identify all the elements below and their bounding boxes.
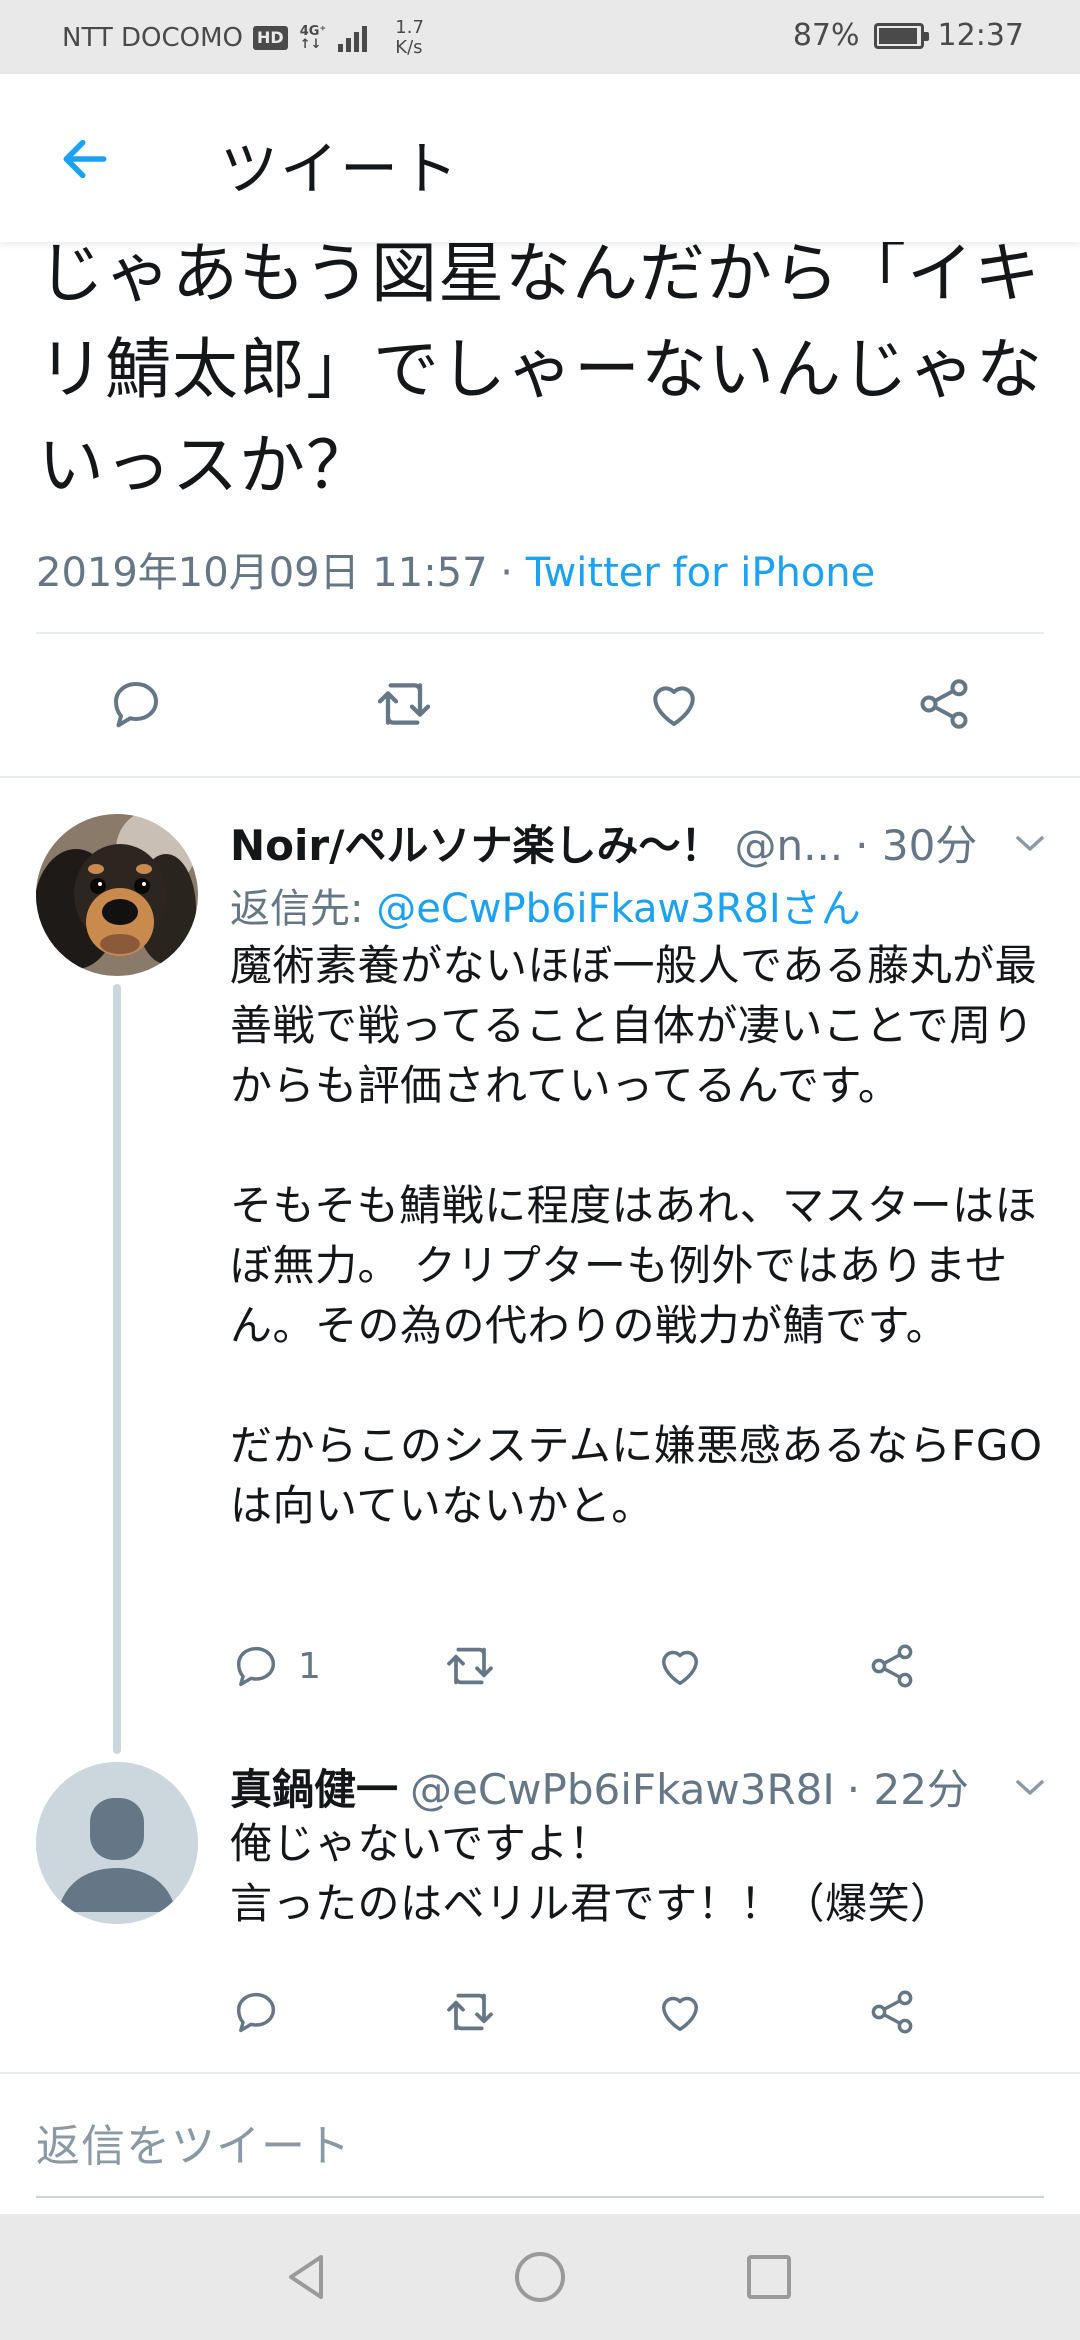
- main-tweet-actions: [0, 664, 1080, 744]
- signal-icon: [338, 24, 368, 52]
- nav-home-icon: [515, 2252, 565, 2302]
- like-icon: [662, 1996, 698, 2032]
- reply-to-mention[interactable]: @eCwPb6iFkaw3R8Iさん: [376, 886, 861, 932]
- like-icon: [653, 686, 695, 726]
- carrier-name: NTT DOCOMO: [62, 23, 244, 53]
- divider: [36, 632, 1044, 634]
- tweet-source-link[interactable]: Twitter for iPhone: [526, 550, 876, 596]
- like-button[interactable]: [654, 1982, 706, 2042]
- composer-underline: [36, 2196, 1044, 2198]
- default-avatar-icon: [36, 1762, 198, 1924]
- retweet-icon: [377, 683, 431, 725]
- avatar[interactable]: [36, 1762, 198, 1924]
- reply-button[interactable]: [230, 1982, 282, 2042]
- reply-author-row: 真鍋健一 @eCwPb6iFkaw3R8I · 22分: [230, 1756, 969, 1817]
- reply-to-label: 返信先:: [230, 886, 377, 932]
- nav-back-icon: [289, 2255, 323, 2299]
- tweet-time: · 22分: [846, 1765, 969, 1814]
- divider: [0, 2072, 1080, 2074]
- share-icon: [871, 1990, 913, 2034]
- author-handle[interactable]: @eCwPb6iFkaw3R8I: [410, 1765, 835, 1814]
- tweet-menu-button[interactable]: [1010, 828, 1050, 858]
- nav-recents-icon: [747, 2255, 791, 2299]
- author-name[interactable]: 真鍋健一: [230, 1756, 398, 1817]
- main-like-button[interactable]: [634, 664, 714, 744]
- share-icon: [871, 1644, 913, 1688]
- top-app-bar: ツイート: [0, 74, 1080, 242]
- retweet-icon: [447, 1647, 493, 1685]
- back-arrow-icon: [63, 139, 107, 179]
- reply-text: 俺じゃないですよ！ 言ったのはベリル君です！！（爆笑）: [230, 1819, 953, 1928]
- network-type-bottom: ↑↓: [299, 37, 322, 52]
- meta-separator: ·: [487, 550, 526, 596]
- main-retweet-button[interactable]: [364, 664, 444, 744]
- page-title: ツイート: [220, 135, 461, 203]
- network-type: 4G⁺ ↑↓: [300, 25, 327, 51]
- chevron-down-icon: [1016, 836, 1044, 851]
- thread-connector-line: [113, 984, 121, 1754]
- reply-icon: [236, 1992, 276, 2033]
- avatar[interactable]: [36, 814, 198, 976]
- tweet-timestamp: 2019年10月09日 11:57: [36, 550, 488, 596]
- nav-home-button[interactable]: [505, 2242, 575, 2312]
- main-tweet-meta: 2019年10月09日 11:57 · Twitter for iPhone: [36, 540, 875, 598]
- hd-badge: HD: [253, 26, 288, 50]
- nav-back-button[interactable]: [272, 2242, 342, 2312]
- share-button[interactable]: [866, 1982, 918, 2042]
- reply-count: 1: [298, 1645, 321, 1687]
- like-icon: [662, 1650, 698, 1686]
- reply-to-line: 返信先: @eCwPb6iFkaw3R8Iさん: [230, 876, 861, 934]
- share-button[interactable]: [866, 1636, 918, 1696]
- status-bar: NTT DOCOMO HD 4G⁺ ↑↓ 1.7 K/s 87% 12:37: [0, 0, 1080, 74]
- nav-recents-button[interactable]: [734, 2242, 804, 2312]
- reply-icon: [236, 1646, 276, 1687]
- dog-avatar-image: [36, 814, 198, 976]
- network-speed: 1.7 K/s: [395, 18, 424, 58]
- back-button[interactable]: [50, 124, 120, 194]
- tweet-time: · 30分: [855, 821, 978, 870]
- main-share-button[interactable]: [904, 664, 984, 744]
- divider: [0, 776, 1080, 778]
- system-nav-bar: [0, 2214, 1080, 2340]
- main-tweet-text: じゃあもう図星なんだから「イキリ鯖太郎」でしゃーないんじゃないっスか？: [38, 235, 1043, 504]
- network-speed-unit: K/s: [395, 37, 423, 58]
- battery-icon: [873, 22, 929, 49]
- reply-author-row: Noir/ペルソナ楽しみ〜！ @n... · 30分: [230, 812, 977, 873]
- battery-percent: 87%: [792, 18, 860, 53]
- reply-actions: 1: [230, 1636, 930, 1696]
- share-icon: [920, 679, 968, 729]
- reply-button[interactable]: 1: [230, 1636, 321, 1696]
- author-name[interactable]: Noir/ペルソナ楽しみ〜！: [230, 812, 722, 873]
- reply-actions: [230, 1982, 930, 2042]
- main-reply-button[interactable]: [96, 664, 176, 744]
- tweet-menu-button[interactable]: [1010, 1772, 1050, 1802]
- reply-text: 魔術素養がないほぼ一般人である藤丸が最善戦で戦ってること自体が凄いことで周りから…: [230, 941, 1043, 1530]
- clock: 12:37: [937, 18, 1024, 53]
- retweet-icon: [447, 1993, 493, 2031]
- network-speed-value: 1.7: [395, 17, 424, 38]
- chevron-down-icon: [1016, 1780, 1044, 1795]
- reply-icon: [114, 682, 158, 728]
- author-handle[interactable]: @n...: [734, 821, 843, 870]
- status-right: 87% 12:37: [793, 18, 1024, 53]
- retweet-button[interactable]: [442, 1636, 498, 1696]
- like-button[interactable]: [654, 1636, 706, 1696]
- status-left: NTT DOCOMO HD 4G⁺ ↑↓ 1.7 K/s: [62, 18, 424, 58]
- reply-composer-input[interactable]: 返信をツイート: [36, 2110, 351, 2174]
- retweet-button[interactable]: [442, 1982, 498, 2042]
